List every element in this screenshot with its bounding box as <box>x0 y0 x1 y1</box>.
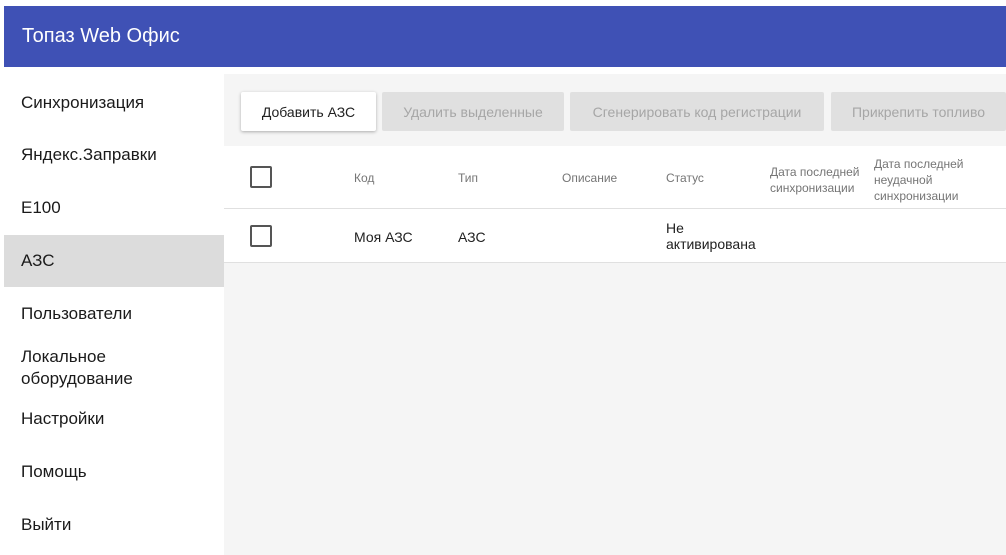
column-header-status[interactable]: Статус <box>666 172 704 184</box>
sidebar-item-label: Синхронизация <box>21 93 145 112</box>
column-header-code[interactable]: Код <box>354 172 374 184</box>
sidebar-item-users[interactable]: Пользователи <box>4 294 224 334</box>
add-station-button[interactable]: Добавить АЗС <box>241 92 376 131</box>
column-header-last-failed-sync[interactable]: Дата последней неудачной синхронизации <box>874 156 974 204</box>
table-header-row: Код Тип Описание Статус Дата последней с… <box>224 146 1006 209</box>
sidebar: Синхронизация Яндекс.Заправки Е100 АЗС П… <box>4 67 224 555</box>
sidebar-item-gas-stations[interactable]: АЗС <box>4 235 224 287</box>
select-all-checkbox[interactable] <box>250 166 272 188</box>
generate-registration-code-button[interactable]: Сгенерировать код регистрации <box>570 92 824 131</box>
sidebar-item-e100[interactable]: Е100 <box>4 188 224 228</box>
cell-type: АЗС <box>458 229 486 245</box>
delete-selected-button[interactable]: Удалить выделенные <box>382 92 564 131</box>
main-content: Добавить АЗС Удалить выделенные Сгенерир… <box>224 74 1006 555</box>
sidebar-item-label: Локальное оборудование <box>21 347 133 388</box>
sidebar-item-logout[interactable]: Выйти <box>4 505 224 545</box>
cell-status: Не активирована <box>666 220 756 252</box>
attach-fuel-button[interactable]: Прикрепить топливо <box>831 92 1006 131</box>
sidebar-item-settings[interactable]: Настройки <box>4 399 224 439</box>
stations-table: Код Тип Описание Статус Дата последней с… <box>224 146 1006 263</box>
column-header-type[interactable]: Тип <box>458 172 478 184</box>
toolbar: Добавить АЗС Удалить выделенные Сгенерир… <box>224 74 1006 146</box>
sidebar-item-label: Е100 <box>21 198 61 217</box>
column-header-last-sync[interactable]: Дата последней синхронизации <box>770 164 870 196</box>
sidebar-item-label: Яндекс.Заправки <box>21 145 157 164</box>
cell-code: Моя АЗС <box>354 229 413 245</box>
sidebar-item-help[interactable]: Помощь <box>4 452 224 492</box>
sidebar-item-sync[interactable]: Синхронизация <box>4 83 224 123</box>
sidebar-item-label: АЗС <box>21 251 55 270</box>
table-row[interactable]: Моя АЗС АЗС Не активирована <box>224 209 1006 263</box>
sidebar-item-label: Выйти <box>21 515 72 534</box>
sidebar-item-label: Настройки <box>21 409 105 428</box>
sidebar-item-label: Помощь <box>21 462 87 481</box>
app-title: Топаз Web Офис <box>22 25 180 47</box>
sidebar-item-label: Пользователи <box>21 304 132 323</box>
row-checkbox[interactable] <box>250 225 272 247</box>
sidebar-item-local-equipment[interactable]: Локальное оборудование <box>4 345 224 391</box>
app-bar: Топаз Web Офис <box>4 6 1006 67</box>
sidebar-item-yandex-fuel[interactable]: Яндекс.Заправки <box>4 135 224 175</box>
column-header-description[interactable]: Описание <box>562 172 617 184</box>
